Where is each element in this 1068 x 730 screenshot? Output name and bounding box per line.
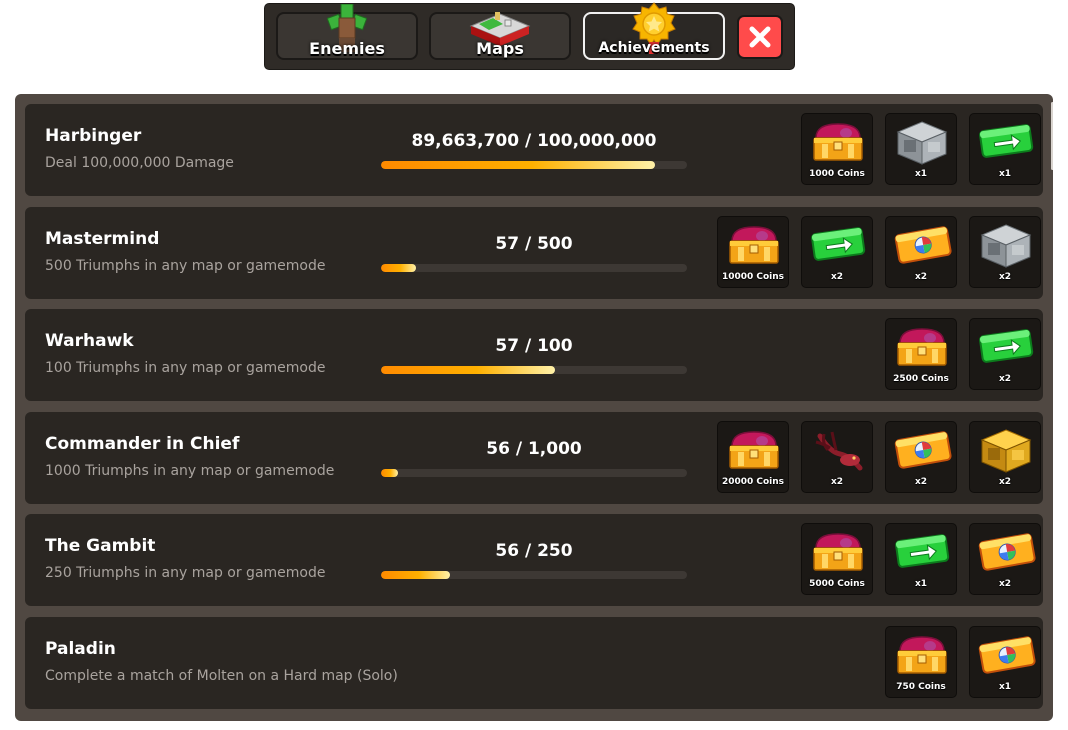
reward-quantity: 10000 Coins	[721, 271, 785, 282]
tab-achievements[interactable]: Achievements	[583, 2, 725, 60]
reward-quantity: x2	[998, 271, 1012, 282]
achievement-description: Deal 100,000,000 Damage	[45, 155, 234, 171]
progress-text: 89,663,700 / 100,000,000	[411, 131, 657, 151]
reward-quantity: x2	[998, 374, 1012, 385]
tab-maps-label: Maps	[476, 39, 524, 58]
achievement-list[interactable]: Harbinger Deal 100,000,000 Damage 89,663…	[15, 94, 1053, 721]
achievement-description: 1000 Triumphs in any map or gamemode	[45, 462, 335, 479]
tab-enemies-label: Enemies	[309, 39, 385, 58]
progress-bar	[381, 161, 687, 169]
golden-ticket-icon	[978, 636, 1036, 674]
reward-quantity: x1	[998, 169, 1012, 179]
reward-slot[interactable]: x2	[969, 523, 1041, 596]
reward-slot[interactable]: 5000 Coins	[801, 523, 873, 596]
close-icon	[749, 26, 771, 48]
tab-maps[interactable]: Maps	[429, 12, 571, 60]
treasure-chest-icon	[729, 431, 779, 469]
tab-achievements-label: Achievements	[598, 40, 710, 56]
reward-slot[interactable]: 1000 Coins	[801, 113, 873, 185]
close-button[interactable]	[737, 15, 783, 59]
reward-quantity: 20000 Coins	[721, 476, 785, 487]
skip-ticket-icon	[895, 534, 950, 569]
achievement-title: Harbinger	[45, 126, 142, 146]
reward-quantity: x1	[998, 682, 1012, 692]
treasure-chest-icon	[897, 636, 947, 674]
reward-slot[interactable]: 20000 Coins	[717, 420, 789, 493]
reward-slot[interactable]: x2	[885, 215, 957, 288]
achievement-title: Mastermind	[45, 228, 160, 249]
progress-fill	[381, 366, 556, 375]
reward-quantity: x2	[914, 476, 928, 487]
achievement-description: 250 Triumphs in any map or gamemode	[45, 565, 326, 582]
progress-fill	[381, 571, 450, 580]
reward-quantity: x2	[998, 476, 1012, 487]
achievement-row: Commander in Chief 1000 Triumphs in any …	[25, 411, 1043, 504]
gold-crate-icon	[980, 429, 1032, 473]
reward-quantity: x1	[914, 169, 928, 179]
achievement-title: The Gambit	[45, 536, 156, 557]
metal-crate-icon	[896, 121, 948, 165]
reward-slot[interactable]: 750 Coins	[885, 626, 957, 698]
achievement-row: Mastermind 500 Triumphs in any map or ga…	[25, 206, 1043, 299]
achievement-row: Warhawk 100 Triumphs in any map or gamem…	[25, 309, 1043, 402]
achievement-title: Warhawk	[45, 331, 134, 352]
reward-quantity: x2	[830, 476, 844, 487]
tab-bar: Enemies Maps Achievements	[265, 2, 794, 69]
reward-slot[interactable]: 10000 Coins	[717, 215, 789, 288]
reward-slot[interactable]: x2	[885, 420, 957, 493]
golden-ticket-icon	[978, 533, 1036, 572]
treasure-chest-icon	[813, 123, 863, 161]
progress-bar	[381, 263, 687, 272]
skip-ticket-icon	[979, 329, 1034, 364]
reward-quantity: x2	[830, 271, 844, 282]
creature-icon	[815, 431, 863, 471]
reward-slot[interactable]: x2	[969, 215, 1041, 288]
achievement-description: 100 Triumphs in any map or gamemode	[45, 360, 326, 377]
reward-slot[interactable]: x2	[969, 318, 1041, 391]
achievement-title: Commander in Chief	[45, 433, 240, 454]
golden-ticket-icon	[894, 225, 952, 264]
progress-text: 56 / 1,000	[486, 438, 582, 459]
progress-fill	[381, 468, 399, 477]
achievement-description: Complete a match of Molten on a Hard map…	[45, 668, 398, 684]
skip-ticket-icon	[979, 124, 1034, 158]
reward-quantity: 2500 Coins	[893, 374, 949, 385]
reward-slot[interactable]: x1	[885, 113, 957, 185]
scrollbar[interactable]	[1051, 102, 1053, 170]
progress-text: 57 / 100	[495, 336, 573, 357]
reward-quantity: x2	[998, 579, 1012, 590]
reward-quantity: 750 Coins	[896, 682, 946, 692]
progress-fill	[381, 263, 416, 272]
golden-ticket-icon	[894, 431, 952, 469]
reward-slot[interactable]: x2	[801, 420, 873, 493]
treasure-chest-icon	[729, 225, 779, 264]
reward-quantity: x2	[914, 271, 928, 282]
achievement-description: 500 Triumphs in any map or gamemode	[45, 257, 326, 274]
progress-fill	[381, 161, 656, 169]
skip-ticket-icon	[811, 226, 866, 261]
metal-crate-icon	[980, 224, 1032, 268]
reward-slot[interactable]: 2500 Coins	[885, 318, 957, 391]
reward-slot[interactable]: x1	[969, 113, 1041, 185]
reward-slot[interactable]: x2	[801, 215, 873, 288]
reward-quantity: x1	[914, 579, 928, 590]
achievement-row: Paladin Complete a match of Molten on a …	[25, 617, 1043, 709]
progress-bar	[381, 366, 687, 375]
achievement-row: Harbinger Deal 100,000,000 Damage 89,663…	[25, 104, 1043, 196]
reward-slot[interactable]: x2	[969, 420, 1041, 493]
reward-quantity: 5000 Coins	[809, 579, 865, 590]
progress-text: 56 / 250	[495, 541, 573, 562]
reward-quantity: 1000 Coins	[809, 169, 865, 179]
treasure-chest-icon	[813, 533, 863, 572]
tab-enemies[interactable]: Enemies	[276, 4, 418, 60]
achievement-title: Paladin	[45, 639, 116, 659]
progress-bar	[381, 468, 687, 477]
reward-slot[interactable]: x1	[885, 523, 957, 596]
progress-bar	[381, 571, 687, 580]
achievement-row: The Gambit 250 Triumphs in any map or ga…	[25, 514, 1043, 607]
reward-slot[interactable]: x1	[969, 626, 1041, 698]
treasure-chest-icon	[897, 328, 947, 366]
progress-text: 57 / 500	[495, 233, 573, 254]
